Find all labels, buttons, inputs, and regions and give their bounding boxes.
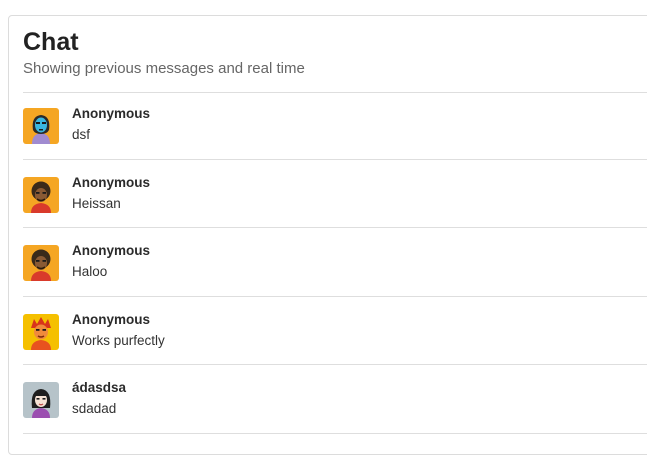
- chat-title: Chat: [23, 28, 79, 56]
- message-text: Works purfectly: [72, 332, 165, 348]
- message-item: Anonymous Haloo: [23, 228, 647, 297]
- message-text: Heissan: [72, 195, 121, 211]
- woman-blue-face-avatar-icon: [23, 108, 59, 144]
- man-afro-avatar-icon: [23, 176, 59, 213]
- message-item: Anonymous dsf: [23, 91, 647, 160]
- message-author: ádasdsa: [72, 380, 127, 395]
- message-item: Anonymous Works purfectly: [23, 297, 647, 365]
- message-author: Anonymous: [72, 243, 151, 258]
- red-hair-avatar-icon: [23, 313, 59, 350]
- message-author: Anonymous: [72, 174, 151, 190]
- message-list: Anonymous dsf Anonymous Heissan Anonymou…: [9, 91, 647, 434]
- message-item: ádasdsa sdadad: [23, 365, 647, 434]
- woman-black-hair-avatar-icon: [23, 382, 59, 418]
- message-author: Anonymous: [72, 106, 151, 121]
- message-text: dsf: [72, 127, 91, 142]
- message-item: Anonymous Heissan: [23, 160, 647, 228]
- chat-header: Chat Showing previous messages and real …: [9, 16, 647, 78]
- message-text: sdadad: [72, 401, 117, 416]
- man-afro-avatar-icon: [23, 245, 59, 281]
- chat-subtitle: Showing previous messages and real time: [23, 60, 305, 77]
- message-text: Haloo: [72, 264, 108, 279]
- chat-panel: Chat Showing previous messages and real …: [8, 15, 647, 455]
- message-author: Anonymous: [72, 311, 151, 327]
